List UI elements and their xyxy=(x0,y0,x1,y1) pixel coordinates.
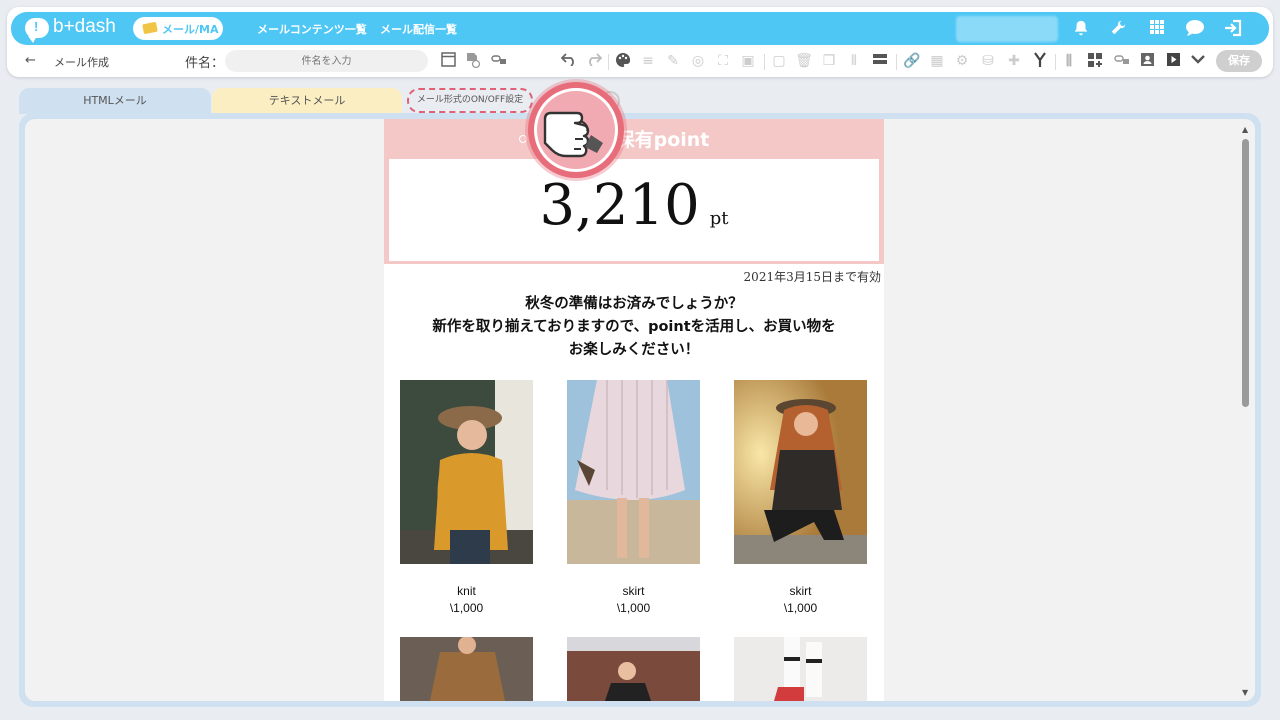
branch-icon[interactable] xyxy=(1031,52,1049,70)
scroll-up-arrow-icon[interactable]: ▲ xyxy=(1242,125,1248,134)
nav-link-delivery-list[interactable]: メール配信一覧 xyxy=(380,21,457,37)
calendar-icon[interactable]: ▦ xyxy=(928,52,946,70)
add-note-icon[interactable]: ✚ xyxy=(1005,52,1023,70)
tab-text-mail[interactable]: テキストメール xyxy=(212,88,402,114)
palette-icon[interactable] xyxy=(614,52,632,70)
align-text-icon[interactable]: ≡ xyxy=(639,52,657,70)
toolbar-divider xyxy=(1055,54,1056,70)
top-nav-bar: ! b+dash メール/MA メールコンテンツ一覧 メール配信一覧 xyxy=(11,12,1269,45)
user-info-blurred xyxy=(956,16,1058,42)
scroll-down-arrow-icon[interactable]: ▼ xyxy=(1242,688,1248,697)
link-lock-icon[interactable] xyxy=(490,52,508,70)
editor-canvas[interactable]: 現在の保有point 3,210 pt 2021年3月15日まで有効 秋冬の準備は… xyxy=(25,119,1255,701)
link-lock-icon-2[interactable] xyxy=(1113,52,1131,70)
grid-icon[interactable] xyxy=(1147,19,1167,39)
envelope-icon xyxy=(142,21,158,35)
contact-card-icon[interactable] xyxy=(1138,52,1156,70)
promo-message[interactable]: 秋冬の準備はお済みでしょうか？ 新作を取り揃えておりますので、pointを活用し… xyxy=(384,293,884,362)
message-line: 秋冬の準備はお済みでしょうか？ xyxy=(525,296,743,312)
pointer-inner xyxy=(534,88,618,172)
point-title: 現在の保有point xyxy=(558,129,710,151)
add-widget-icon[interactable] xyxy=(1086,52,1104,70)
chat-icon[interactable] xyxy=(1185,19,1205,39)
copy-block-icon[interactable]: ▢ xyxy=(770,52,788,70)
back-arrow-icon[interactable]: ← xyxy=(25,53,36,68)
database-icon[interactable]: ⛁ xyxy=(979,52,997,70)
point-unit: pt xyxy=(709,208,729,229)
logo-bubble-icon: ! xyxy=(25,18,49,43)
chevron-down-icon[interactable] xyxy=(1189,52,1207,70)
page-title: メール作成 xyxy=(54,56,109,69)
subject-label: 件名： xyxy=(185,56,225,71)
nav-link-content-list[interactable]: メールコンテンツ一覧 xyxy=(257,21,367,37)
nav-pill-mail-ma[interactable]: メール/MA xyxy=(133,17,223,40)
product-photo-socks[interactable] xyxy=(734,637,867,701)
message-line: 新作を取り揃えておりますので、pointを活用し、お買い物を xyxy=(432,319,836,335)
save-button[interactable]: 保存 xyxy=(1216,50,1262,72)
image-icon[interactable]: ▣ xyxy=(739,52,757,70)
product-photo-skirt[interactable] xyxy=(567,380,700,564)
rows-icon[interactable] xyxy=(871,52,889,70)
product-name: skirt xyxy=(622,584,645,598)
product-price: \1,000 xyxy=(616,601,651,615)
product-price: \1,000 xyxy=(783,601,818,615)
product-photo-skirt-2[interactable] xyxy=(734,380,867,564)
duplicate-icon[interactable]: ❐ xyxy=(820,52,838,70)
expiry-date: 2021年3月15日まで有効 xyxy=(743,270,881,284)
tutorial-pointer xyxy=(528,82,624,178)
editor-frame: 現在の保有point 3,210 pt 2021年3月15日まで有効 秋冬の準備は… xyxy=(19,113,1261,707)
sub-toolbar: ← メール作成 件名： ≡ ✎ ◎ ⛶ ▣ ▢ 🗑 ❐ ⦀ xyxy=(7,47,1273,77)
logout-icon[interactable] xyxy=(1223,19,1243,39)
point-block[interactable]: 現在の保有point 3,210 pt xyxy=(384,119,884,264)
columns-icon[interactable]: ⦀ xyxy=(845,52,863,70)
bell-icon[interactable] xyxy=(1071,19,1091,39)
point-value: 3,210 pt xyxy=(389,173,879,238)
toolbar-divider xyxy=(896,54,897,70)
mail-format-toggle-button[interactable]: メール形式のON/OFF設定 xyxy=(407,88,533,113)
nav-pill-label: メール/MA xyxy=(162,23,219,36)
toolbar-divider xyxy=(608,54,609,70)
redo-icon[interactable] xyxy=(585,52,603,70)
undo-icon[interactable] xyxy=(560,52,578,70)
app-header: ! b+dash メール/MA メールコンテンツ一覧 メール配信一覧 ← メール… xyxy=(7,7,1273,77)
point-value-box: 3,210 pt xyxy=(389,159,879,261)
product-price: \1,000 xyxy=(449,601,484,615)
product-name: skirt xyxy=(789,584,812,598)
trash-icon[interactable]: 🗑 xyxy=(795,52,813,70)
schedule-file-icon[interactable] xyxy=(464,52,482,70)
chain-link-icon[interactable]: 🔗 xyxy=(903,52,921,70)
point-number: 3,210 xyxy=(539,173,700,238)
gears-icon[interactable]: ⚙ xyxy=(953,52,971,70)
hand-pointer-icon xyxy=(543,111,603,158)
play-icon[interactable] xyxy=(1164,52,1182,70)
product-name: knit xyxy=(457,584,476,598)
scroll-thumb[interactable] xyxy=(1242,139,1249,407)
bdash-logo[interactable]: ! b+dash xyxy=(25,16,117,43)
tab-html-mail[interactable]: HTMLメール xyxy=(19,88,211,114)
expand-icon[interactable]: ⛶ xyxy=(714,52,732,70)
bar-list-icon[interactable]: ⫼ xyxy=(1060,52,1078,70)
product-photo-knit[interactable] xyxy=(400,380,533,564)
email-preview[interactable]: 現在の保有point 3,210 pt 2021年3月15日まで有効 秋冬の準備は… xyxy=(384,119,884,701)
vertical-scrollbar[interactable]: ▲ ▼ xyxy=(1239,125,1251,697)
product-photo-coat[interactable] xyxy=(400,637,533,701)
pen-icon[interactable]: ✎ xyxy=(664,52,682,70)
wrench-icon[interactable] xyxy=(1108,19,1128,39)
logo-text: b+dash xyxy=(53,16,116,37)
toolbar-divider xyxy=(764,54,765,70)
product-photo-street[interactable] xyxy=(567,637,700,701)
message-line: お楽しみください！ xyxy=(568,342,700,358)
preview-window-icon[interactable] xyxy=(439,52,457,70)
subject-input[interactable] xyxy=(225,50,428,72)
target-icon[interactable]: ◎ xyxy=(689,52,707,70)
